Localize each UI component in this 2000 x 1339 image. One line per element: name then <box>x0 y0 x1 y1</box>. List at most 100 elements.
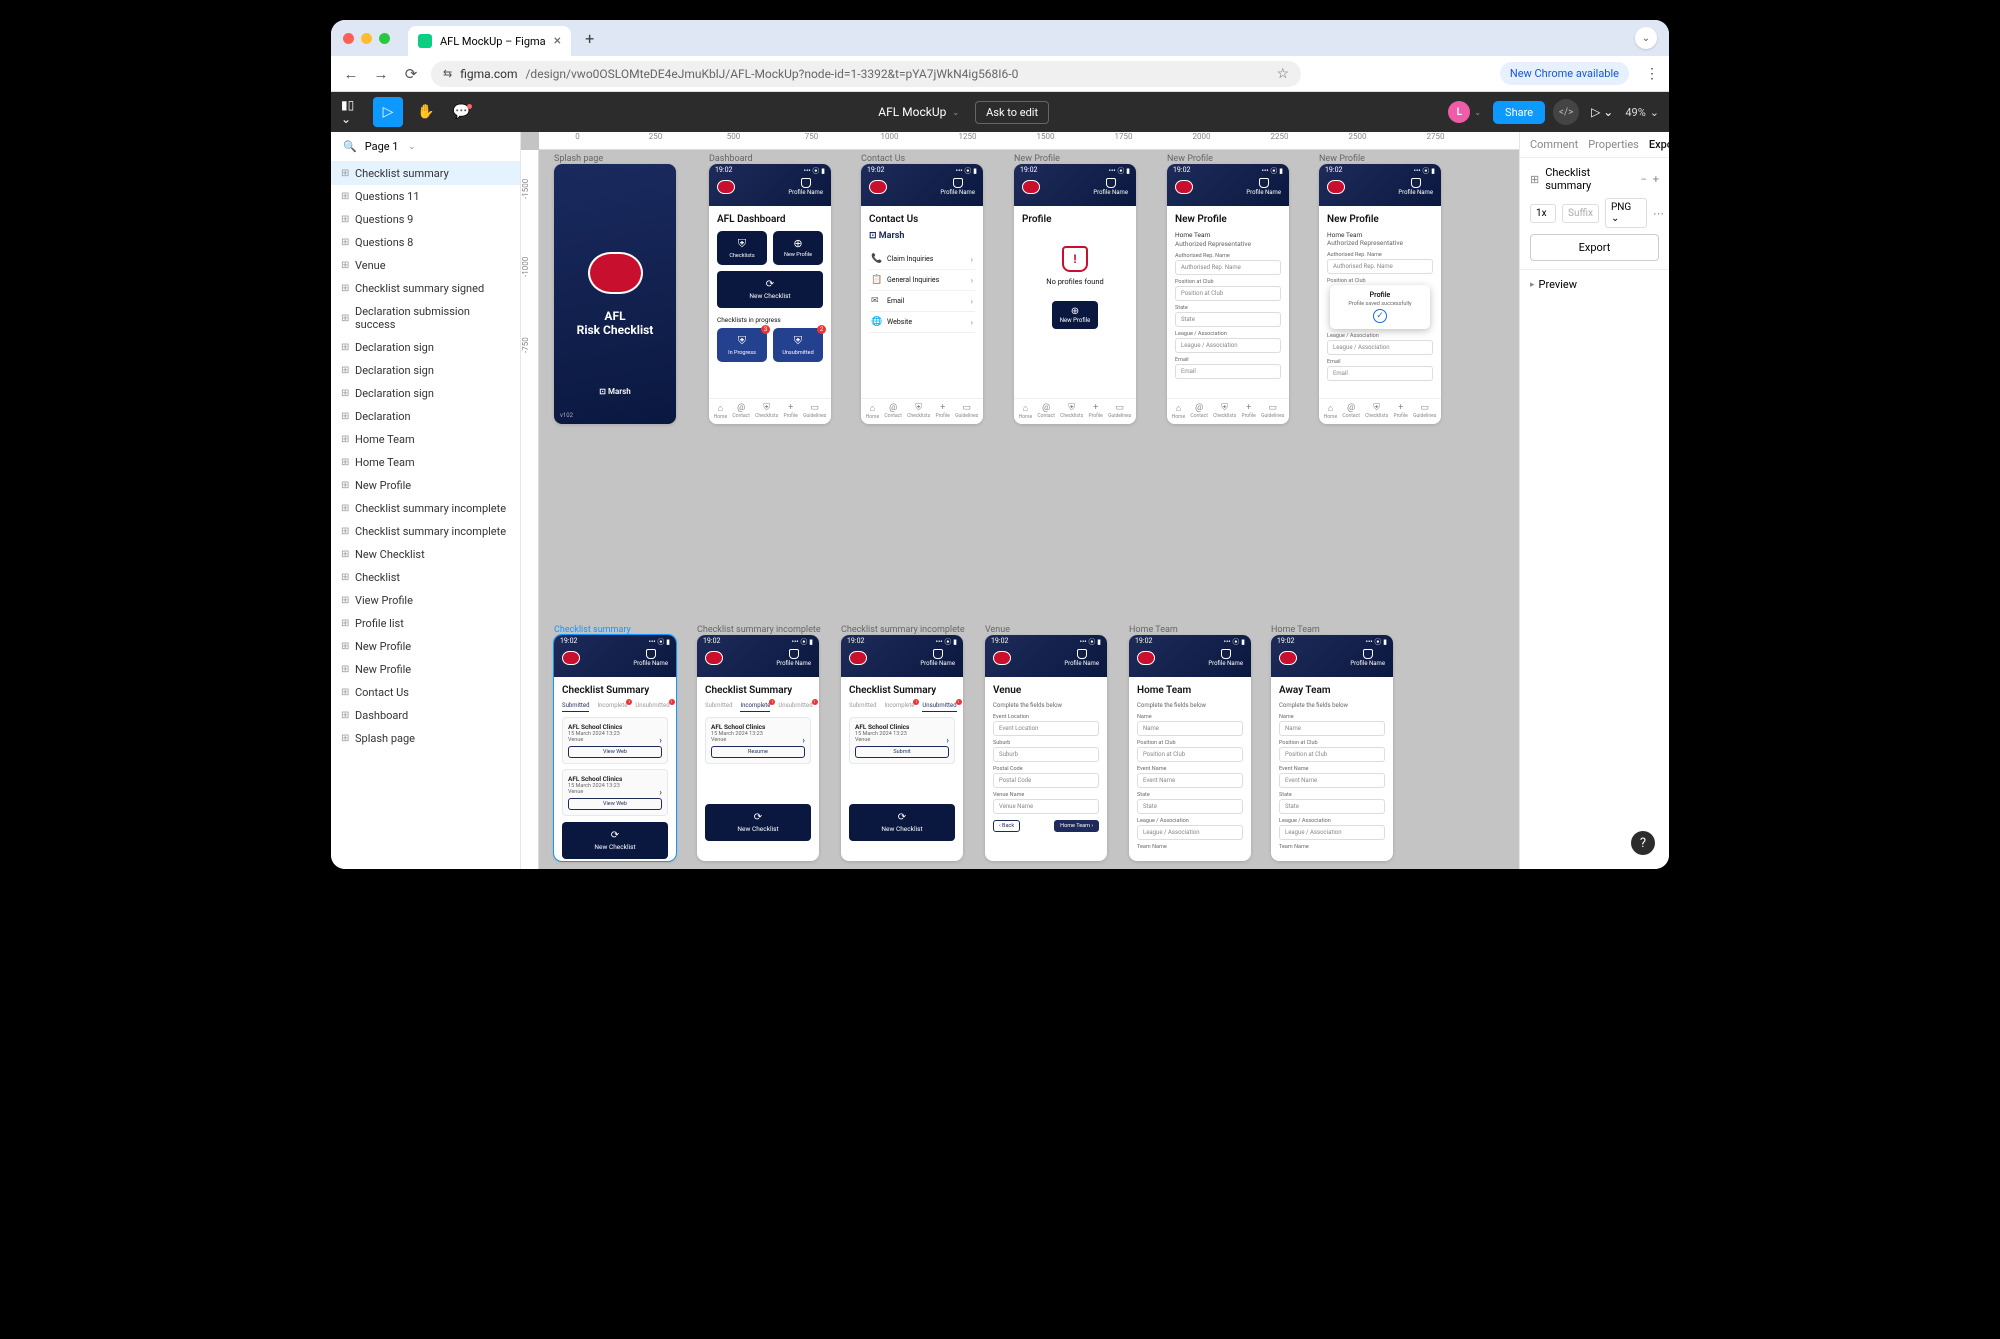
text-input[interactable]: Suburb <box>993 747 1099 762</box>
frame-team[interactable]: 19:02••• ⦿ ▮ Profile Name Home Team Comp… <box>1129 635 1251 861</box>
layer-item[interactable]: ⊞Declaration submission success <box>331 300 520 336</box>
text-input[interactable]: Email <box>1175 364 1281 379</box>
search-icon[interactable]: 🔍 <box>343 140 357 153</box>
resume-button[interactable]: Resume <box>711 746 805 758</box>
layer-item[interactable]: ⊞Declaration sign <box>331 359 520 382</box>
layer-item[interactable]: ⊞Declaration sign <box>331 336 520 359</box>
tab-submitted[interactable]: Submitted <box>849 702 876 712</box>
nav-item[interactable]: ⌂Home <box>714 403 727 420</box>
nav-item[interactable]: +Profile <box>935 403 949 420</box>
comment-tool[interactable]: 💬 <box>449 97 479 127</box>
frame-label[interactable]: Home Team <box>1271 625 1320 635</box>
contact-row[interactable]: ✉Email› <box>869 291 975 312</box>
layer-item[interactable]: ⊞Dashboard <box>331 704 520 727</box>
suffix-input[interactable]: Suffix <box>1562 204 1599 223</box>
layer-item[interactable]: ⊞Declaration sign <box>331 382 520 405</box>
nav-item[interactable]: ▭Guidelines <box>803 403 826 420</box>
nav-item[interactable]: ⌂Home <box>1019 403 1032 420</box>
scale-input[interactable]: 1x <box>1530 204 1556 223</box>
share-button[interactable]: Share <box>1493 101 1545 124</box>
layer-item[interactable]: ⊞Venue <box>331 254 520 277</box>
tab-incomplete[interactable]: Incomplete1 <box>740 702 770 712</box>
profile-indicator[interactable]: Profile Name <box>788 178 823 196</box>
frame-new-profile[interactable]: 19:02••• ⦿ ▮ Profile Name New ProfileHom… <box>1167 164 1289 424</box>
new-checklist-button[interactable]: ⟳New Checklist <box>562 822 668 859</box>
tile-in-progress[interactable]: 3⛨In Progress <box>717 328 767 362</box>
text-input[interactable]: Name <box>1137 721 1243 736</box>
nav-item[interactable]: ⛨Checklists <box>1213 403 1236 420</box>
tile-unsubmitted[interactable]: 2⛨Unsubmitted <box>773 328 823 362</box>
frame-label[interactable]: Checklist summary incomplete <box>697 625 821 635</box>
tab-incomplete[interactable]: Incomplete1 <box>884 702 914 712</box>
hand-tool[interactable]: ✋ <box>411 97 441 127</box>
frame-checklist-summary[interactable]: 19:02••• ⦿ ▮ Profile Name Checklist Summ… <box>554 635 676 861</box>
frame-label[interactable]: New Profile <box>1319 154 1365 164</box>
frame-checklist-unsubmitted[interactable]: 19:02••• ⦿ ▮ Profile Name Checklist Summ… <box>841 635 963 861</box>
tab-unsubmitted[interactable]: Unsubmitted1 <box>922 702 956 712</box>
text-input[interactable]: Event Name <box>1279 773 1385 788</box>
new-checklist-button[interactable]: ⟳New Checklist <box>849 804 955 841</box>
avatar-chevron[interactable]: ⌄ <box>1474 108 1481 117</box>
text-input[interactable]: Venue Name <box>993 799 1099 814</box>
back-button[interactable]: ‹ Back <box>993 820 1020 832</box>
contact-row[interactable]: 🌐Website› <box>869 312 975 333</box>
layer-item[interactable]: ⊞Home Team <box>331 428 520 451</box>
contact-row[interactable]: 📋General Inquiries› <box>869 270 975 291</box>
nav-item[interactable]: @Contact <box>1190 403 1207 420</box>
layer-item[interactable]: ⊞Splash page <box>331 727 520 750</box>
profile-indicator[interactable]: Profile Name <box>920 649 955 667</box>
text-input[interactable]: Email <box>1327 366 1433 381</box>
preview-label[interactable]: Preview <box>1539 278 1577 291</box>
chrome-update-button[interactable]: New Chrome available <box>1500 62 1629 85</box>
layer-item[interactable]: ⊞Contact Us <box>331 681 520 704</box>
bookmark-icon[interactable]: ☆ <box>1276 66 1289 82</box>
nav-item[interactable]: ⛨Checklists <box>1365 403 1388 420</box>
figma-menu[interactable]: ▮▯ ⌄ <box>341 100 365 124</box>
nav-item[interactable]: +Profile <box>1088 403 1102 420</box>
ask-to-edit-button[interactable]: Ask to edit <box>975 101 1049 124</box>
layer-item[interactable]: ⊞Home Team <box>331 451 520 474</box>
layer-item[interactable]: ⊞Declaration <box>331 405 520 428</box>
reload-button[interactable]: ⟳ <box>401 65 421 83</box>
frame-label[interactable]: New Profile <box>1014 154 1060 164</box>
tab-unsubmitted[interactable]: Unsubmitted1 <box>778 702 812 712</box>
profile-indicator[interactable]: Profile Name <box>776 649 811 667</box>
nav-item[interactable]: ⌂Home <box>1172 403 1185 420</box>
profile-indicator[interactable]: Profile Name <box>633 649 668 667</box>
frame-label[interactable]: Contact Us <box>861 154 905 164</box>
text-input[interactable]: League / Association <box>1279 825 1385 840</box>
forward-button[interactable]: → <box>371 65 391 83</box>
nav-item[interactable]: ▭Guidelines <box>1261 403 1284 420</box>
frame-dashboard[interactable]: 19:02••• ⦿ ▮ Profile Name AFL Dashboard … <box>709 164 831 424</box>
present-button[interactable]: ▷ ⌄ <box>1591 105 1613 119</box>
checklist-card[interactable]: AFL School Clinics 15 March 2024 13:23 V… <box>562 769 668 816</box>
close-tab-icon[interactable]: × <box>554 33 561 49</box>
nav-item[interactable]: ⛨Checklists <box>755 403 778 420</box>
layer-item[interactable]: ⊞Checklist summary <box>331 162 520 185</box>
layer-item[interactable]: ⊞Questions 9 <box>331 208 520 231</box>
text-input[interactable]: Position at Club <box>1175 286 1281 301</box>
frame-new-profile-saved[interactable]: 19:02••• ⦿ ▮ Profile Name New Profile Ho… <box>1319 164 1441 424</box>
contact-row[interactable]: 📞Claim Inquiries› <box>869 249 975 270</box>
tile-new-profile[interactable]: ⊕New Profile <box>773 231 823 265</box>
text-input[interactable]: Position at Club <box>1279 747 1385 762</box>
layer-item[interactable]: ⊞Checklist summary signed <box>331 277 520 300</box>
move-tool[interactable]: ▷ <box>373 97 403 127</box>
new-profile-button[interactable]: ⊕New Profile <box>1052 301 1099 329</box>
tab-comment[interactable]: Comment <box>1530 138 1578 151</box>
add-export-icon[interactable]: + <box>1653 173 1659 186</box>
nav-item[interactable]: ⛨Checklists <box>907 403 930 420</box>
submit-button[interactable]: Submit <box>855 746 949 758</box>
text-input[interactable]: Event Location <box>993 721 1099 736</box>
layer-item[interactable]: ⊞Checklist summary incomplete <box>331 497 520 520</box>
frame-label[interactable]: Checklist summary incomplete <box>841 625 965 635</box>
next-button[interactable]: Home Team › <box>1054 820 1099 832</box>
new-checklist-button[interactable]: ⟳New Checklist <box>705 804 811 841</box>
nav-item[interactable]: ⛨Checklists <box>1060 403 1083 420</box>
layer-item[interactable]: ⊞New Profile <box>331 474 520 497</box>
text-input[interactable]: Event Name <box>1137 773 1243 788</box>
new-checklist-button[interactable]: ⟳New Checklist <box>717 271 823 308</box>
frame-label[interactable]: Dashboard <box>709 154 753 164</box>
layer-item[interactable]: ⊞Checklist summary incomplete <box>331 520 520 543</box>
profile-indicator[interactable]: Profile Name <box>1093 178 1128 196</box>
